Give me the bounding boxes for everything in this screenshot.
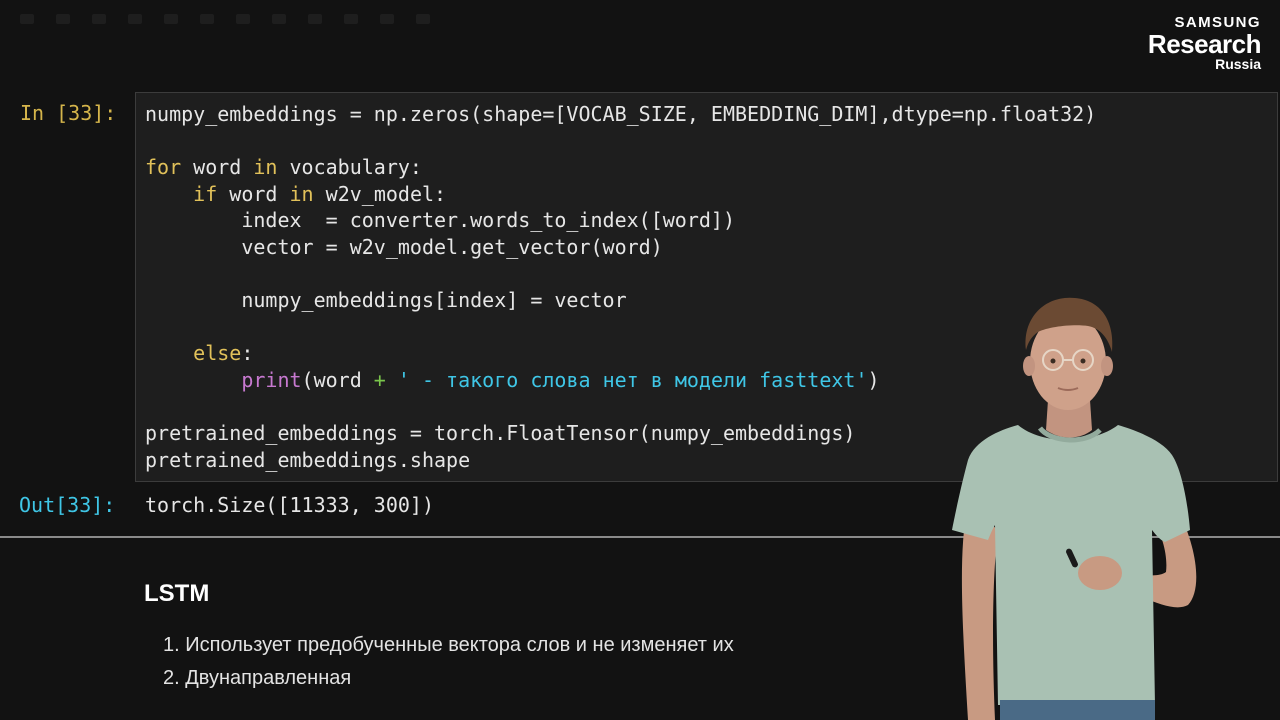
code-line-index: index = converter.words_to_index([word]): [241, 208, 736, 233]
code-line-vector: vector = w2v_model.get_vector(word): [241, 234, 663, 259]
faded-toolbar: [20, 8, 540, 30]
code-line-shape: pretrained_embeddings.shape: [145, 447, 471, 472]
code-line-else: else:: [193, 341, 254, 366]
cell-output: torch.Size([11333, 300]): [145, 493, 434, 517]
samsung-research-logo: SAMSUNG Research Russia: [1147, 14, 1262, 72]
code-line-1: numpy_embeddings = np.zeros(shape=[VOCAB…: [145, 102, 1097, 126]
output-prompt: Out[33]:: [19, 493, 116, 517]
video-frame: SAMSUNG Research Russia In [33]: numpy_e…: [0, 0, 1280, 720]
code-line-for: for word in vocabulary:: [145, 155, 422, 180]
presenter-person: [952, 297, 1197, 720]
markdown-list: 1. Использует предобученные вектора слов…: [163, 631, 734, 697]
list-item: 1. Использует предобученные вектора слов…: [163, 634, 734, 656]
logo-line-samsung: SAMSUNG: [1174, 14, 1261, 31]
code-line-if: if word in w2v_model:: [193, 181, 447, 206]
logo-line-research: Research: [1147, 29, 1262, 59]
logo-line-russia: Russia: [1215, 56, 1261, 72]
code-line-assign: numpy_embeddings[index] = vector: [241, 288, 627, 313]
input-prompt: In [33]:: [20, 101, 117, 125]
markdown-heading: LSTM: [144, 580, 210, 607]
list-item: 2. Двунаправленная: [163, 667, 352, 689]
code-line-print: print(word + ' - такого слова нет в моде…: [241, 367, 880, 392]
code-line-tensor: pretrained_embeddings = torch.FloatTenso…: [145, 421, 856, 446]
